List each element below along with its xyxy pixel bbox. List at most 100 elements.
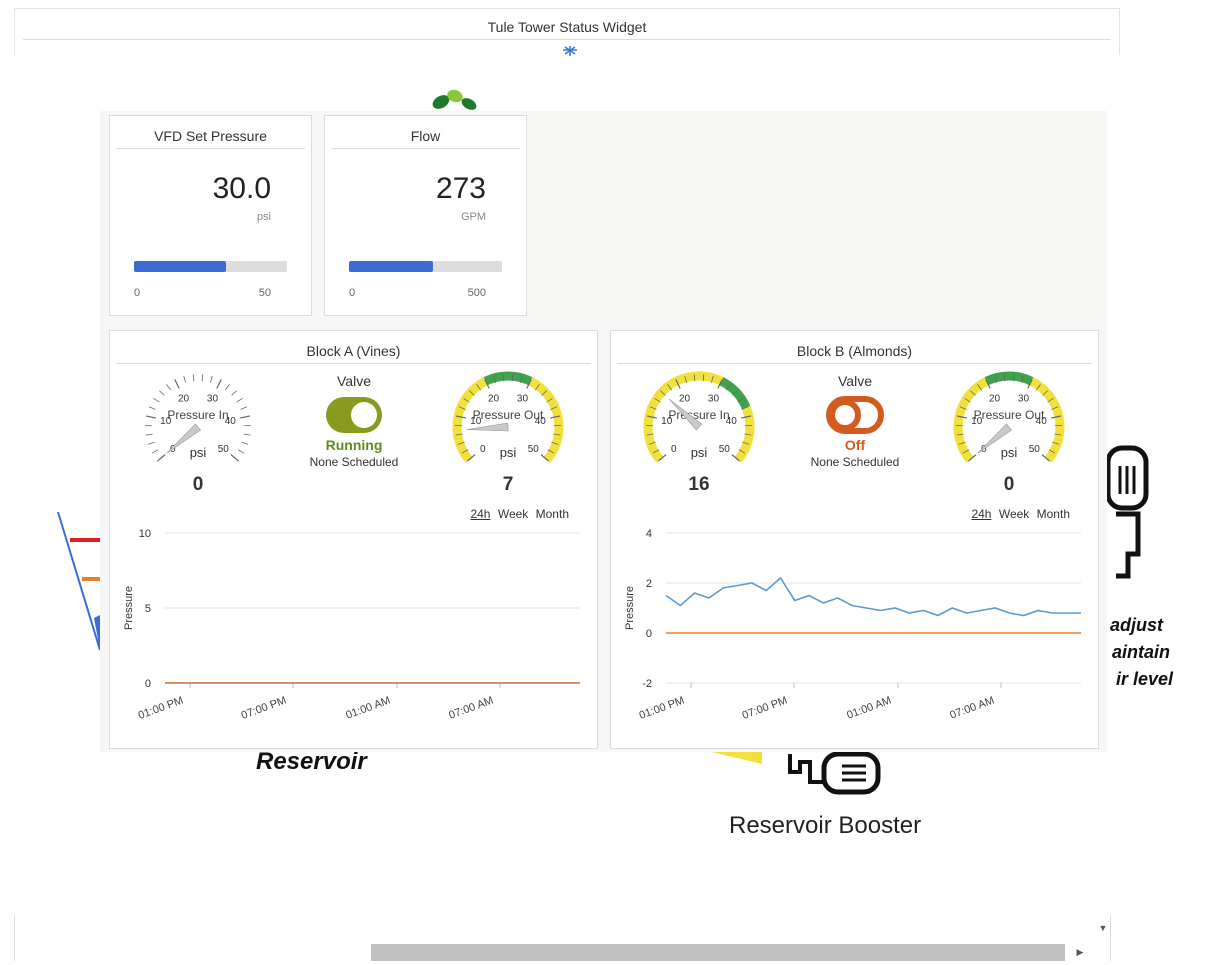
bg-note-line-2: aintain bbox=[1112, 642, 1171, 662]
block-a-valve-schedule: None Scheduled bbox=[309, 455, 399, 469]
gauge-tick bbox=[209, 375, 213, 383]
vfd-unit: psi bbox=[256, 211, 271, 223]
vfd-progress-fill bbox=[134, 261, 226, 272]
chart-y-tick-label: 5 bbox=[145, 603, 151, 615]
card-rule bbox=[617, 363, 1092, 364]
scroll-right-arrow-icon[interactable]: ▶ bbox=[1072, 944, 1088, 961]
gauge-tick-label: 50 bbox=[719, 444, 731, 455]
chart-y-tick-label: 4 bbox=[646, 528, 652, 540]
snowflake-icon bbox=[563, 46, 577, 56]
widget-title: Tule Tower Status Widget bbox=[487, 19, 647, 35]
reservoir-label: Reservoir bbox=[256, 748, 367, 775]
gauge-tick bbox=[230, 454, 239, 462]
vfd-value: 30.0 bbox=[212, 172, 271, 205]
block-a-pressure-chart: 10 5 0 Pressure 01:00 PM 07:00 PM 01:00 AM 07:0… bbox=[123, 528, 580, 722]
block-a-pressure-out-gauge: 0 10 20 30 40 50 Pressure Out psi 7 bbox=[443, 367, 573, 495]
gauge-tick-label: 50 bbox=[1029, 444, 1041, 455]
range-24h-link[interactable]: 24h bbox=[470, 507, 490, 521]
gauge-tick-label: 0 bbox=[480, 444, 486, 455]
gauge-tick-label: 0 bbox=[671, 444, 677, 455]
range-week-link[interactable]: Week bbox=[999, 507, 1029, 521]
chart-x-tick-label: 07:00 PM bbox=[741, 695, 789, 722]
gauge-tick bbox=[159, 390, 165, 396]
gauge-tick bbox=[157, 454, 166, 462]
flow-title: Flow bbox=[410, 128, 441, 144]
vfd-title: VFD Set Pressure bbox=[154, 128, 267, 144]
booster-pump-icon bbox=[788, 752, 881, 795]
gauge-tick bbox=[166, 384, 172, 391]
gauge-tick bbox=[216, 379, 222, 389]
gauge-tick bbox=[231, 390, 237, 396]
gauge-tick-label: 50 bbox=[218, 444, 230, 455]
range-week-link[interactable]: Week bbox=[498, 507, 528, 521]
gauge-tick bbox=[145, 433, 153, 436]
block-a-pressure-out-value: 7 bbox=[502, 474, 514, 495]
chart-x-tick-label: 01:00 PM bbox=[137, 695, 185, 722]
block-a-range-selector: 24h Week Month bbox=[466, 507, 569, 521]
block-b-valve-toggle[interactable] bbox=[823, 395, 887, 435]
block-b-title: Block B (Almonds) bbox=[796, 343, 913, 359]
chart-x-tick-label: 07:00 AM bbox=[447, 695, 495, 722]
chart-x-tick-label: 01:00 AM bbox=[845, 695, 893, 722]
chart-y-tick-label: 2 bbox=[646, 578, 652, 590]
card-rule bbox=[116, 363, 591, 364]
gauge-tick-label: 30 bbox=[1018, 393, 1030, 404]
gauge-tick bbox=[243, 433, 251, 436]
block-a-title: Block A (Vines) bbox=[306, 343, 401, 359]
range-month-link[interactable]: Month bbox=[1037, 507, 1070, 521]
bg-note-line-3: ir level bbox=[1116, 669, 1174, 689]
range-24h-link[interactable]: 24h bbox=[971, 507, 991, 521]
block-b-valve-schedule: None Scheduled bbox=[810, 455, 900, 469]
gauge-tick bbox=[224, 384, 230, 391]
reservoir-booster-label: Reservoir Booster bbox=[729, 812, 922, 839]
pump-icon bbox=[1105, 445, 1149, 579]
chart-x-tick-label: 07:00 AM bbox=[948, 695, 996, 722]
chart-y-axis-label: Pressure bbox=[624, 586, 636, 630]
block-a-valve: Valve Running None Scheduled bbox=[284, 373, 424, 469]
chart-y-tick-label: 0 bbox=[646, 628, 652, 640]
flow-unit: GPM bbox=[460, 211, 486, 223]
block-a-card: Block A (Vines) 0 10 20 30 40 50 Pressure In ps… bbox=[109, 330, 598, 749]
gauge-tick bbox=[201, 374, 204, 382]
gauge-label: Pressure In bbox=[167, 408, 228, 422]
gauge-tick bbox=[237, 449, 245, 454]
vfd-progress-bar bbox=[134, 261, 287, 272]
block-b-valve-title: Valve bbox=[838, 373, 872, 389]
block-b-valve-state: Off bbox=[844, 437, 866, 453]
block-a-pressure-in-gauge: 0 10 20 30 40 50 Pressure In psi 0 bbox=[133, 367, 263, 495]
gauge-unit: psi bbox=[190, 445, 207, 460]
block-a-valve-title: Valve bbox=[337, 373, 371, 389]
gauge-tick bbox=[236, 397, 243, 403]
gauge-tick bbox=[153, 397, 160, 403]
block-b-pressure-chart: 4 2 0 -2 Pressure 01:00 PM 07:00 PM 01:00 AM 07:… bbox=[624, 528, 1081, 722]
chart-y-axis-label: Pressure bbox=[123, 586, 135, 630]
gauge-label: Pressure In bbox=[668, 408, 729, 422]
gauge-tick bbox=[239, 415, 250, 419]
block-b-pressure-out-value: 0 bbox=[1003, 474, 1015, 495]
vfd-card: VFD Set Pressure 30.0 psi 0 50 bbox=[109, 115, 312, 316]
gauge-tick bbox=[241, 441, 249, 445]
card-rule bbox=[116, 148, 305, 149]
block-b-pressure-in-gauge: 0 10 20 30 40 50 Pressure In psi 16 bbox=[634, 367, 764, 495]
flow-value: 273 bbox=[435, 172, 486, 205]
block-b-pressure-out-gauge: 0 10 20 30 40 50 Pressure Out psi 0 bbox=[944, 367, 1074, 495]
gauge-tick-label: 20 bbox=[488, 393, 500, 404]
gauge-tick bbox=[146, 415, 157, 419]
block-a-valve-toggle[interactable] bbox=[322, 395, 386, 435]
gauge-tick-label: 30 bbox=[517, 393, 529, 404]
horizontal-scrollbar-thumb[interactable] bbox=[371, 944, 1065, 961]
gauge-label: Pressure Out bbox=[473, 408, 544, 422]
level-diagram-icon bbox=[57, 511, 102, 651]
flow-min: 0 bbox=[349, 287, 356, 299]
gauge-unit: psi bbox=[500, 445, 517, 460]
gauge-unit: psi bbox=[1001, 445, 1018, 460]
block-b-pressure-in-value: 16 bbox=[688, 474, 710, 495]
flow-card: Flow 273 GPM 0 500 bbox=[324, 115, 527, 316]
flow-progress-fill bbox=[349, 261, 433, 272]
block-a-pressure-in-value: 0 bbox=[192, 474, 204, 495]
block-b-card: Block B (Almonds) 0 10 20 30 40 50 Pressure In… bbox=[610, 330, 1099, 749]
block-b-valve: Valve Off None Scheduled bbox=[785, 373, 925, 469]
range-month-link[interactable]: Month bbox=[536, 507, 569, 521]
block-b-range-selector: 24h Week Month bbox=[967, 507, 1070, 521]
scroll-down-arrow-icon[interactable]: ▼ bbox=[1095, 920, 1111, 937]
